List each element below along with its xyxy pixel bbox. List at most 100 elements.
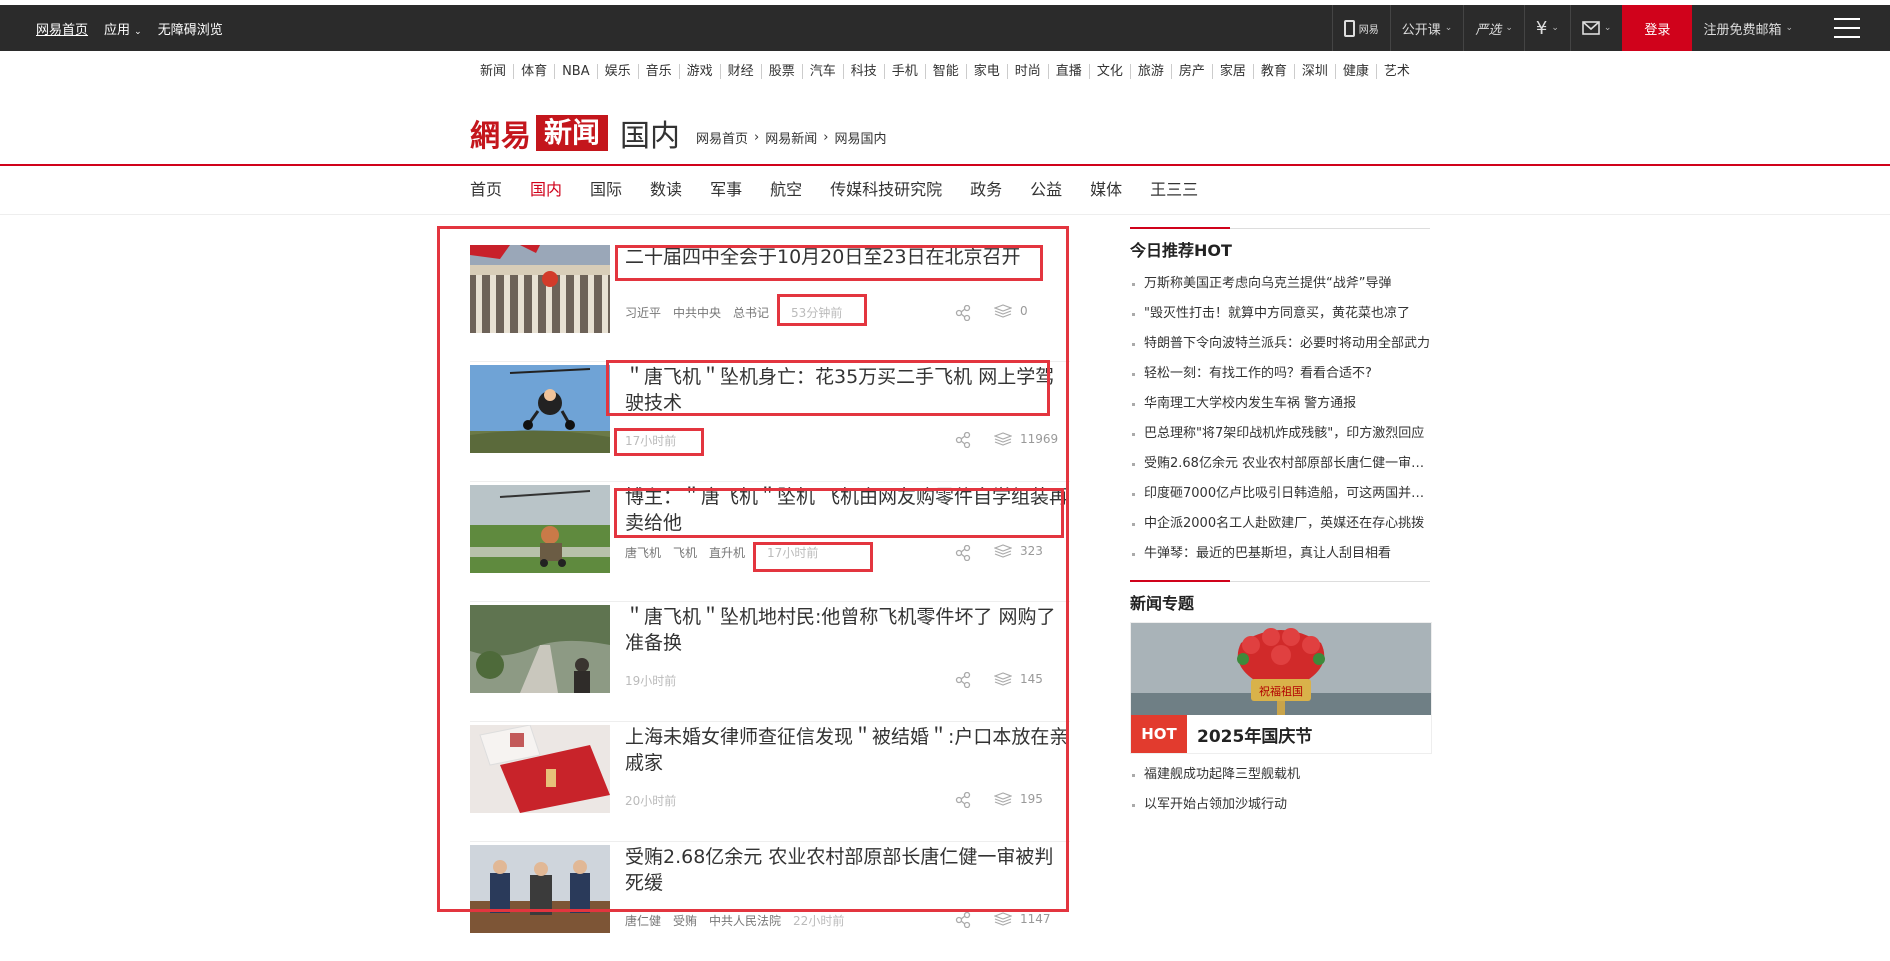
netease-logo[interactable]: 網易 [470,111,532,155]
channel-link[interactable]: 时尚 [1007,64,1049,79]
special-item[interactable]: 福建舰成功起降三型舰载机 [1130,760,1430,790]
nav-tab[interactable]: 首页 [470,176,502,200]
mail-icon [1582,21,1600,35]
special-title: 新闻专题 [1130,594,1195,613]
breadcrumb-current: 网易国内 [834,131,887,147]
accessible-browse-link[interactable]: 无障碍浏览 [158,19,223,38]
hot-item[interactable]: 华南理工大学校内发生车祸 警方通报 [1130,389,1430,419]
news-logo[interactable]: 新闻 [536,115,609,151]
open-course-menu[interactable]: 公开课 ⌄ [1389,5,1464,51]
hot-item[interactable]: 轻松一刻：有找工作的吗？看看合适不? [1130,359,1430,389]
channel-link[interactable]: 直播 [1048,64,1090,79]
channel-link[interactable]: 文化 [1089,64,1131,79]
channel-link[interactable]: 股票 [761,64,803,79]
channel-link[interactable]: NBA [555,64,598,79]
channel-link[interactable]: 健康 [1335,64,1377,79]
chevron-down-icon: ⌄ [1444,23,1453,33]
channel-link[interactable]: 家电 [966,64,1008,79]
hot-item[interactable]: 特朗普下令向波特兰派兵：必要时将动用全部武力 [1130,329,1430,359]
channel-link[interactable]: 财经 [720,64,762,79]
channel-link[interactable]: 旅游 [1130,64,1172,79]
nav-tab[interactable]: 王三三 [1150,176,1198,200]
nav-tab[interactable]: 公益 [1030,176,1062,200]
nav-tab[interactable]: 军事 [710,176,742,200]
hot-list: 万斯称美国正考虑向乌克兰提供“战斧”导弹 "毁灭性打击！就算中方同意买，黄花菜也… [1130,269,1430,569]
channel-link[interactable]: 手机 [884,64,926,79]
nav-tab-active[interactable]: 国内 [530,176,562,200]
special-caption: HOT 2025年国庆节 [1131,715,1431,753]
mobile-app-link[interactable]: 网易 [1331,5,1390,51]
channel-nav: 新闻 体育 NBA 娱乐 音乐 游戏 财经 股票 汽车 科技 手机 智能 家电 时尚 直播 文化 旅游 房产 家居教… [0,60,1890,79]
nav-tab[interactable]: 媒体 [1090,176,1122,200]
banner-slogan: 祝福祖国 [1259,684,1303,698]
channel-link[interactable]: 汽车 [802,64,844,79]
annotation-box [753,542,873,572]
channel-link[interactable]: 娱乐 [597,64,639,79]
nav-tab[interactable]: 国际 [590,176,622,200]
yuan-icon: ¥ [1535,17,1548,39]
channel-link[interactable]: 深圳 [1294,64,1336,79]
yanxuan-menu[interactable]: 严选 ⌄ [1463,5,1524,51]
mail-menu[interactable]: ⌄ [1569,5,1623,51]
login-label: 登录 [1644,22,1671,38]
special-caption-text[interactable]: 2025年国庆节 [1197,722,1312,747]
news-tag[interactable]: 中共人民法院 [709,912,781,929]
special-banner[interactable]: 祝福祖国 HOT 2025年国庆节 [1130,622,1432,754]
phone-icon [1343,19,1355,37]
section-title: 国内 [620,119,681,154]
section-nav: 首页 国内 国际 数读 军事 航空 传媒科技研究院 政务 公益 媒体 王三三 [470,176,1198,200]
channel-link[interactable]: 体育 [514,64,556,79]
channel-link[interactable]: 智能 [925,64,967,79]
share-icon[interactable] [955,912,971,928]
menu-button[interactable] [1804,5,1890,51]
register-mail-label: 注册免费邮箱 [1703,22,1782,38]
nav-divider [0,214,1890,215]
comment-count-value: 1147 [1020,912,1051,926]
channel-link[interactable]: 房产 [1171,64,1213,79]
section-rule [1130,227,1430,229]
comment-count[interactable]: 1147 [994,912,1051,926]
channel-link[interactable]: 艺术 [1377,64,1417,79]
hot-item[interactable]: 万斯称美国正考虑向乌克兰提供“战斧”导弹 [1130,269,1430,299]
netease-home-link[interactable]: 网易首页 [36,19,88,38]
section-rule [1130,580,1430,582]
annotation-box [606,360,1050,416]
channel-link[interactable]: 教育 [1253,64,1295,79]
chevron-down-icon: ⌄ [1603,23,1612,33]
hot-item[interactable]: 受贿2.68亿余元 农业农村部原部长唐仁健一审被判死缓 [1130,449,1430,479]
special-item[interactable]: 以军开始占领加沙城行动 [1130,790,1430,820]
apps-menu[interactable]: 应用 ⌄ [104,19,142,38]
breadcrumb-item[interactable]: 网易首页 [696,128,748,147]
brand-divider [0,164,1890,166]
pay-menu[interactable]: ¥ ⌄ [1523,5,1570,51]
chevron-down-icon: ⌄ [1551,23,1559,33]
top-bar-left: 网易首页 应用 ⌄ 无障碍浏览 [36,5,223,51]
annotation-box [614,488,1064,538]
channel-link[interactable]: 游戏 [679,64,721,79]
hot-item[interactable]: 巴总理称"将7架印战机炸成残骸"，印方激烈回应 [1130,419,1430,449]
channel-link[interactable]: 科技 [843,64,885,79]
nav-tab[interactable]: 传媒科技研究院 [830,176,942,200]
register-mail-link[interactable]: 注册免费邮箱 ⌄ [1692,5,1804,51]
nav-tab[interactable]: 航空 [770,176,802,200]
news-tag[interactable]: 唐仁健 [625,912,661,929]
breadcrumb-item[interactable]: 网易新闻 [765,128,817,147]
login-button[interactable]: 登录 [1622,5,1693,51]
breadcrumb: 网易首页 › 网易新闻 › 网易国内 [696,128,886,147]
channel-link[interactable]: 家居 [1212,64,1254,79]
channel-link[interactable]: 音乐 [638,64,680,79]
chevron-right-icon: › [823,129,829,145]
nav-tab[interactable]: 数读 [650,176,682,200]
open-course-label: 公开课 [1401,22,1441,38]
nav-tab[interactable]: 政务 [970,176,1002,200]
hot-item[interactable]: 印度砸7000亿卢比吸引日韩造船，可这两国并不上心 [1130,479,1430,509]
hot-item[interactable]: 牛弹琴：最近的巴基斯坦，真让人刮目相看 [1130,539,1430,569]
news-tag[interactable]: 受贿 [673,912,697,929]
hot-item[interactable]: 中企派2000名工人赴欧建厂，英媒还在存心挑拨 [1130,509,1430,539]
news-time: 22小时前 [793,914,845,928]
hot-item[interactable]: "毁灭性打击！就算中方同意买，黄花菜也凉了 [1130,299,1430,329]
chevron-down-icon: ⌄ [134,26,142,37]
top-bar-right: 网易 公开课 ⌄ 严选 ⌄ ¥ ⌄ ⌄ 登录 注册免费邮箱 ⌄ [1331,5,1890,51]
news-meta: 唐仁健 受贿 中共人民法院 22小时前 [625,912,844,929]
channel-link[interactable]: 新闻 [473,64,515,79]
